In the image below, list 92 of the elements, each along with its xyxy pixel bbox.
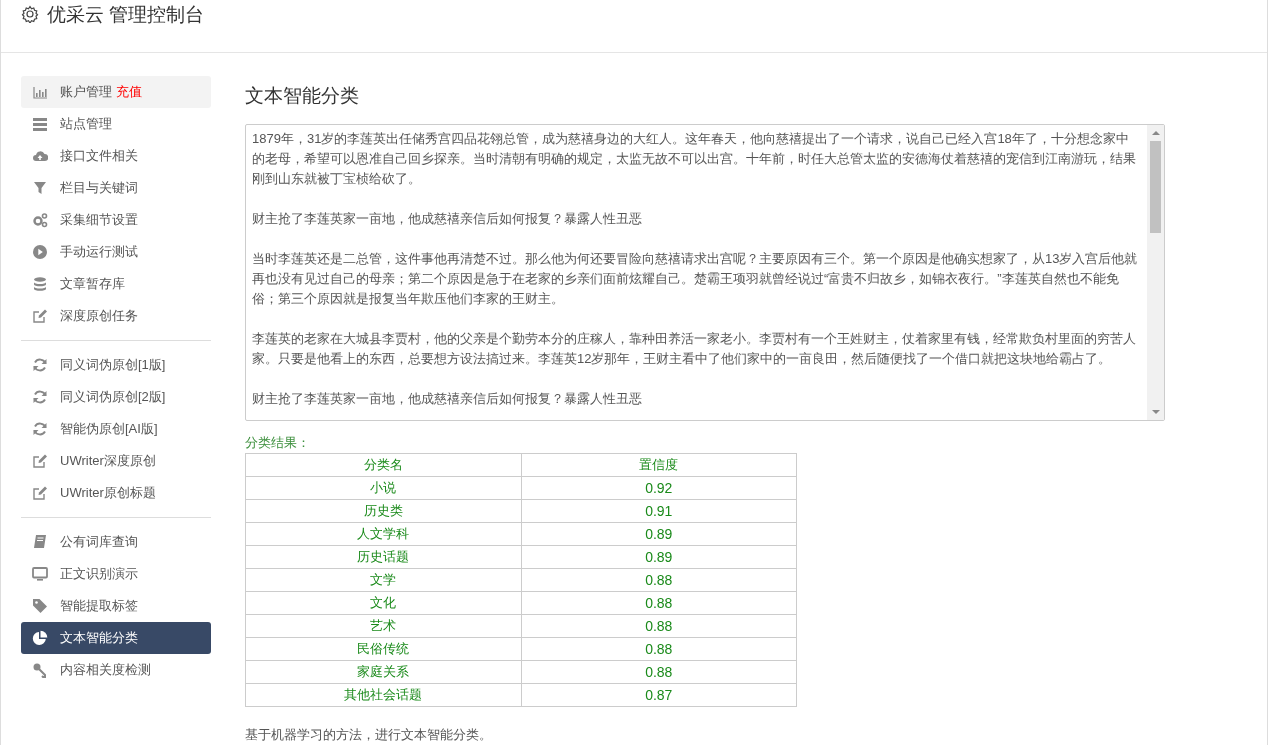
sidebar-item-label: UWriter深度原创: [60, 452, 156, 471]
table-cell: 0.87: [521, 683, 797, 707]
table-cell: 0.91: [521, 499, 797, 523]
edit-icon: [32, 308, 48, 324]
sidebar-item[interactable]: 栏目与关键词: [21, 172, 211, 204]
sidebar-item-label: 接口文件相关: [60, 147, 138, 166]
table-cell: 0.89: [521, 522, 797, 546]
sidebar-item[interactable]: 手动运行测试: [21, 236, 211, 268]
sidebar-item-label: 深度原创任务: [60, 307, 138, 326]
table-cell: 历史话题: [245, 545, 521, 569]
sidebar-item[interactable]: UWriter原创标题: [21, 477, 211, 509]
table-cell: 人文学科: [245, 522, 521, 546]
settings-icon: [21, 5, 39, 23]
sidebar-item[interactable]: 同义词伪原创[1版]: [21, 349, 211, 381]
table-cell: 0.88: [521, 637, 797, 661]
description-text: 基于机器学习的方法，进行文本智能分类。: [245, 726, 492, 744]
sidebar-item[interactable]: 深度原创任务: [21, 300, 211, 332]
pie-chart-icon: [32, 630, 48, 646]
sidebar-item[interactable]: 智能提取标签: [21, 590, 211, 622]
sidebar-item[interactable]: 账户管理 充值: [21, 76, 211, 108]
app-title: 优采云 管理控制台: [47, 3, 205, 27]
sidebar-item-label: 采集细节设置: [60, 211, 138, 230]
table-cell: 家庭关系: [245, 660, 521, 684]
sidebar-item[interactable]: 同义词伪原创[2版]: [21, 381, 211, 413]
sidebar-item-label: 智能提取标签: [60, 597, 138, 616]
table-cell: 文学: [245, 568, 521, 592]
column-header: 置信度: [521, 453, 797, 477]
table-cell: 0.92: [521, 476, 797, 500]
table-cell: 0.89: [521, 545, 797, 569]
sidebar-item[interactable]: 采集细节设置: [21, 204, 211, 236]
table-cell: 0.88: [521, 568, 797, 592]
table-cell: 民俗传统: [245, 637, 521, 661]
sidebar-item[interactable]: 接口文件相关: [21, 140, 211, 172]
scroll-up-icon[interactable]: [1151, 129, 1160, 137]
table-cell: 小说: [245, 476, 521, 500]
scroll-thumb[interactable]: [1150, 141, 1161, 233]
gears-icon: [32, 212, 48, 228]
sidebar-item[interactable]: 站点管理: [21, 108, 211, 140]
text-paragraph: 财主抢了李莲英家一亩地，他成慈禧亲信后如何报复？暴露人性丑恶: [252, 390, 643, 408]
sidebar-item-label: 公有词库查询: [60, 533, 138, 552]
table-cell: 艺术: [245, 614, 521, 638]
table-cell: 历史类: [245, 499, 521, 523]
server-icon: [32, 116, 48, 132]
edit-icon: [32, 453, 48, 469]
sidebar-item-label: 手动运行测试: [60, 243, 138, 262]
monitor-icon: [32, 566, 48, 582]
sidebar-item-label: 智能伪原创[AI版]: [60, 420, 158, 439]
sidebar-item[interactable]: 文本智能分类: [21, 622, 211, 654]
edit-icon: [32, 485, 48, 501]
text-paragraph: 1879年，31岁的李莲英出任储秀宫四品花翎总管，成为慈禧身边的大红人。这年春天，他向慈禧提出了一个请求，说自己已经入宫18年了，十分想念家中的老母，希望可以恩准自己回乡探亲。当时清朝有明确的规定，太监无故不可以出宫。十年前，时任大总管太监的安德海仗着慈禧的宠信到江南游玩，结果刚到山东就被丁宝桢给砍了。: [252, 130, 1137, 188]
sidebar-item-label: UWriter原创标题: [60, 484, 156, 503]
sidebar-item-label: 文章暂存库: [60, 275, 125, 294]
sidebar-item-label: 同义词伪原创[2版]: [60, 388, 166, 407]
key-icon: [32, 662, 48, 678]
sidebar-item-label: 内容相关度检测: [60, 661, 151, 680]
sidebar-item-label: 同义词伪原创[1版]: [60, 356, 166, 375]
recharge-link[interactable]: 充值: [116, 82, 142, 102]
sidebar-item-label: 账户管理: [60, 83, 112, 102]
text-paragraph: 李莲英的老家在大城县李贾村，他的父亲是个勤劳本分的庄稼人，靠种田养活一家老小。李贾村有一个王姓财主，仗着家里有钱，经常欺负村里面的穷苦人家。只要是他看上的东西，总要想方设法搞过来。李莲英12岁那年，王财主看中了他们家中的一亩良田，然后随便找了一个借口就把这块地给霸占了。: [252, 330, 1137, 368]
sidebar-item[interactable]: 公有词库查询: [21, 526, 211, 558]
sidebar-item[interactable]: UWriter深度原创: [21, 445, 211, 477]
table-cell: 0.88: [521, 591, 797, 615]
refresh-icon: [32, 421, 48, 437]
scroll-down-icon[interactable]: [1151, 408, 1160, 416]
sidebar-item[interactable]: 文章暂存库: [21, 268, 211, 300]
text-area[interactable]: [245, 124, 1165, 421]
sidebar-item-label: 站点管理: [60, 115, 112, 134]
sidebar-item-label: 文本智能分类: [60, 629, 138, 648]
text-paragraph: 当时李莲英还是二总管，这件事他再清楚不过。那么他为何还要冒险向慈禧请求出宫呢？主要原因有三个。第一个原因是他确实想家了，从13岁入宫后他就再也没有见过自己的母亲；第二个原因是急于在老家的乡亲们面前炫耀自己。楚霸王项羽就曾经说过“富贵不归故乡，如锦衣夜行。”李莲英自然也不能免俗；第三个原因就是报复当年欺压他们李家的王财主。: [252, 250, 1139, 308]
result-label: 分类结果：: [245, 434, 310, 452]
table-cell: 0.88: [521, 614, 797, 638]
refresh-icon: [32, 389, 48, 405]
sidebar-item[interactable]: 正文识别演示: [21, 558, 211, 590]
sidebar-item[interactable]: 智能伪原创[AI版]: [21, 413, 211, 445]
bar-chart-icon: [32, 84, 48, 100]
sidebar-item[interactable]: 内容相关度检测: [21, 654, 211, 686]
sidebar-item-label: 栏目与关键词: [60, 179, 138, 198]
scrollbar[interactable]: [1147, 125, 1164, 420]
database-icon: [32, 276, 48, 292]
table-cell: 其他社会话题: [245, 683, 521, 707]
cloud-upload-icon: [32, 148, 48, 164]
sidebar-item-label: 正文识别演示: [60, 565, 138, 584]
play-icon: [32, 244, 48, 260]
table-cell: 文化: [245, 591, 521, 615]
text-paragraph: 财主抢了李莲英家一亩地，他成慈禧亲信后如何报复？暴露人性丑恶: [252, 210, 643, 228]
book-icon: [32, 534, 48, 550]
column-header: 分类名: [245, 453, 521, 477]
tag-icon: [32, 598, 48, 614]
table-cell: 0.88: [521, 660, 797, 684]
page-title: 文本智能分类: [245, 84, 360, 108]
filter-icon: [32, 180, 48, 196]
refresh-icon: [32, 357, 48, 373]
